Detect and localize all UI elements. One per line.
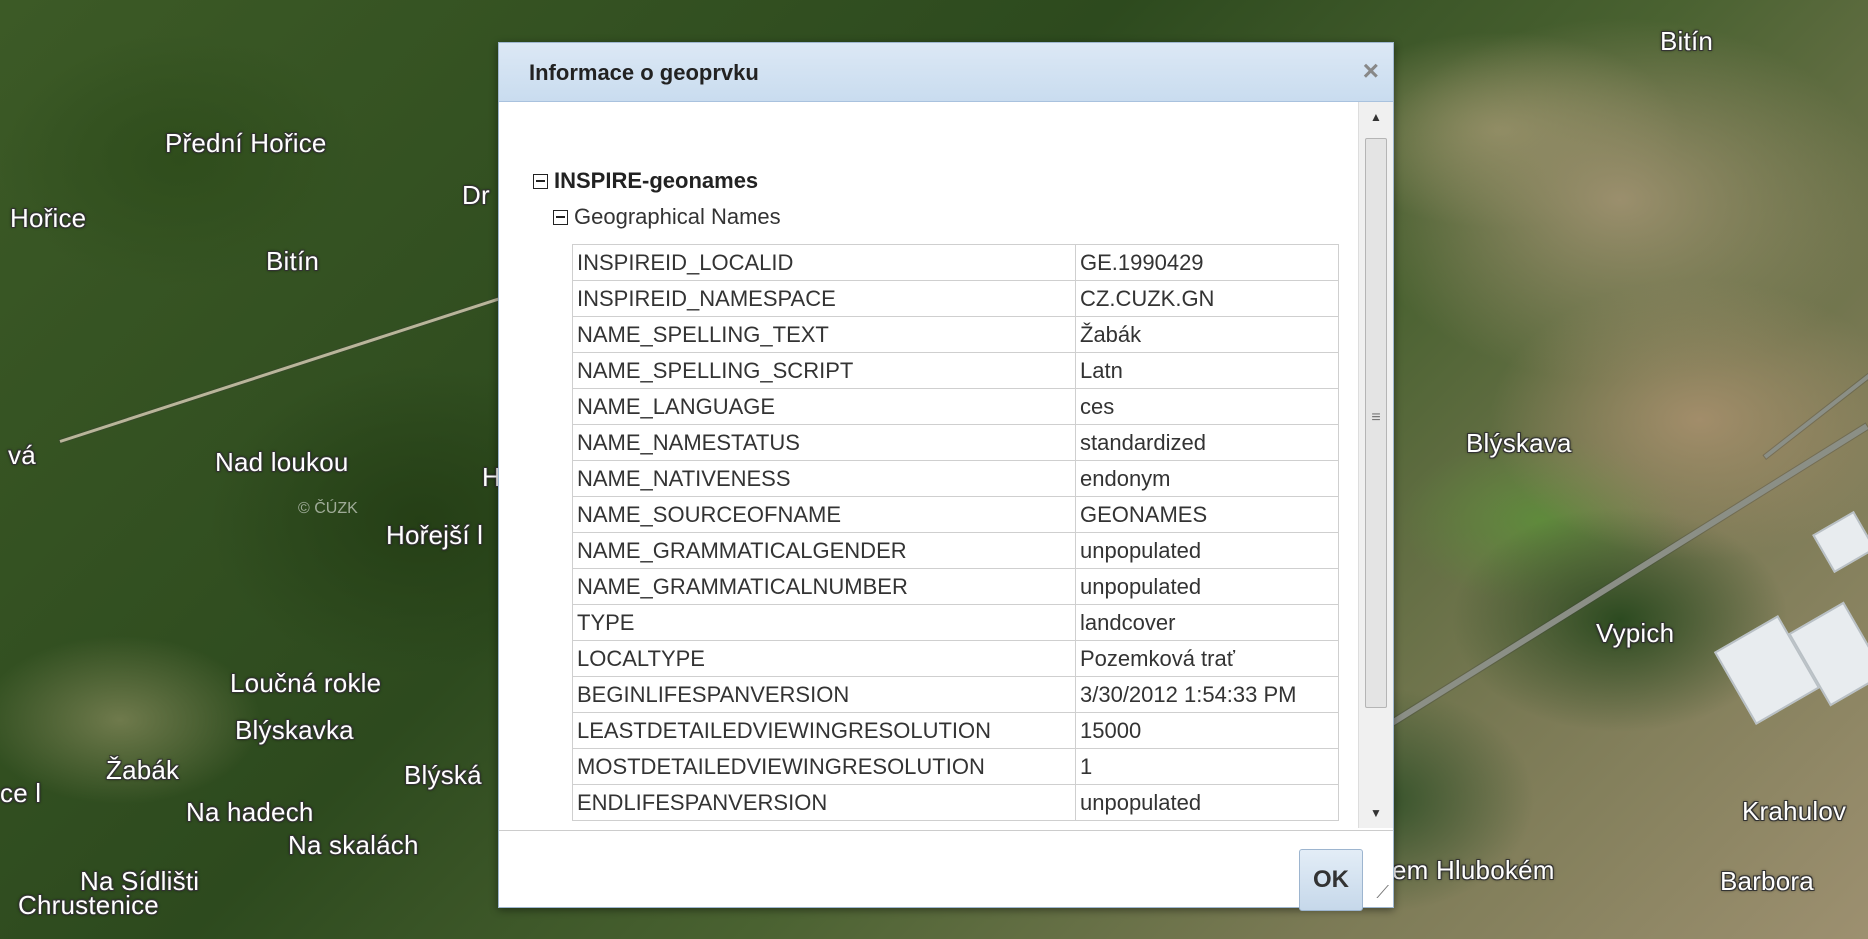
attribute-key: INSPIREID_LOCALID: [572, 244, 1076, 281]
attribute-value: unpopulated: [1075, 784, 1339, 821]
layer-name: INSPIRE-geonames: [554, 168, 759, 193]
warehouse-building: [1812, 510, 1868, 574]
feature-info-dialog[interactable]: Informace o geoprvku × INSPIRE-geonames …: [498, 42, 1394, 911]
table-row: BEGINLIFESPANVERSION 3/30/2012 1:54:33 PM: [572, 676, 1339, 713]
table-row: ENDLIFESPANVERSION unpopulated: [572, 784, 1339, 821]
grip-icon: ≡: [1371, 409, 1381, 426]
place-label: Žabák: [106, 755, 180, 785]
vertical-scrollbar[interactable]: ▲ ≡ ▼: [1358, 102, 1393, 828]
table-row: INSPIREID_LOCALID GE.1990429: [572, 244, 1339, 281]
copyright-label: © ČÚZK: [298, 500, 358, 517]
table-row: LEASTDETAILEDVIEWINGRESOLUTION 15000: [572, 712, 1339, 749]
attribute-value: 3/30/2012 1:54:33 PM: [1075, 676, 1339, 713]
attribute-key: LOCALTYPE: [572, 640, 1076, 677]
attribute-key: NAME_SPELLING_TEXT: [572, 316, 1076, 353]
attribute-value: unpopulated: [1075, 532, 1339, 569]
attribute-value: CZ.CUZK.GN: [1075, 280, 1339, 317]
scroll-up-arrow-icon[interactable]: ▲: [1359, 102, 1393, 132]
group-node: Geographical Names: [553, 204, 781, 230]
dialog-header[interactable]: Informace o geoprvku ×: [499, 43, 1393, 102]
place-label: Dr: [462, 180, 490, 210]
layer-node: INSPIRE-geonames: [533, 168, 758, 194]
resize-handle-icon[interactable]: ⟋: [1376, 882, 1389, 903]
attribute-key: NAME_GRAMMATICALGENDER: [572, 532, 1076, 569]
attribute-key: NAME_SOURCEOFNAME: [572, 496, 1076, 533]
dialog-content: INSPIRE-geonames Geographical Names INSP…: [499, 102, 1393, 831]
place-label: Loučná rokle: [230, 668, 382, 698]
attribute-key: MOSTDETAILEDVIEWINGRESOLUTION: [572, 748, 1076, 785]
attribute-key: BEGINLIFESPANVERSION: [572, 676, 1076, 713]
attribute-table: INSPIREID_LOCALID GE.1990429 INSPIREID_NAM…: [572, 244, 1339, 821]
road: [1763, 356, 1868, 459]
place-label: Chrustenice: [18, 890, 159, 920]
attribute-value: standardized: [1075, 424, 1339, 461]
attribute-key: TYPE: [572, 604, 1076, 641]
table-row: NAME_LANGUAGE ces: [572, 388, 1339, 425]
group-name: Geographical Names: [574, 204, 781, 229]
place-label: Přední Hořice: [165, 128, 327, 158]
table-row: NAME_SPELLING_TEXT Žabák: [572, 316, 1339, 353]
attribute-value: Latn: [1075, 352, 1339, 389]
place-label: Barbora: [1720, 866, 1814, 896]
attribute-value: GEONAMES: [1075, 496, 1339, 533]
attribute-key: LEASTDETAILEDVIEWINGRESOLUTION: [572, 712, 1076, 749]
table-row: NAME_NAMESTATUS standardized: [572, 424, 1339, 461]
place-label: Bitín: [1660, 26, 1714, 56]
attribute-value: endonym: [1075, 460, 1339, 497]
place-label: Na skalách: [288, 830, 419, 860]
table-row: MOSTDETAILEDVIEWINGRESOLUTION 1: [572, 748, 1339, 785]
place-label: Krahulov: [1742, 796, 1847, 826]
place-label: Bitín: [266, 246, 320, 276]
attribute-key: NAME_SPELLING_SCRIPT: [572, 352, 1076, 389]
attribute-value: landcover: [1075, 604, 1339, 641]
place-label: Nad loukou: [215, 447, 349, 477]
table-row: NAME_GRAMMATICALNUMBER unpopulated: [572, 568, 1339, 605]
attribute-value: Pozemková trať: [1075, 640, 1339, 677]
table-row: LOCALTYPE Pozemková trať: [572, 640, 1339, 677]
place-label: Na hadech: [186, 797, 314, 827]
attribute-key: NAME_LANGUAGE: [572, 388, 1076, 425]
place-label: vá: [8, 440, 36, 470]
road: [59, 294, 508, 443]
place-label: Vypich: [1596, 618, 1675, 648]
table-row: NAME_GRAMMATICALGENDER unpopulated: [572, 532, 1339, 569]
table-row: TYPE landcover: [572, 604, 1339, 641]
close-icon[interactable]: ×: [1363, 55, 1379, 87]
attribute-value: 1: [1075, 748, 1339, 785]
scroll-down-arrow-icon[interactable]: ▼: [1359, 798, 1393, 828]
dialog-footer: OK ⟋: [499, 831, 1393, 911]
attribute-scroll-area[interactable]: INSPIRE-geonames Geographical Names INSP…: [499, 102, 1357, 828]
attribute-value: ces: [1075, 388, 1339, 425]
collapse-icon[interactable]: [533, 173, 548, 189]
attribute-value: Žabák: [1075, 316, 1339, 353]
place-label: ce l: [0, 778, 42, 808]
table-row: INSPIREID_NAMESPACE CZ.CUZK.GN: [572, 280, 1339, 317]
place-label: Blýskava: [1466, 428, 1572, 458]
place-label: Blýskavka: [235, 715, 354, 745]
place-label: Hořejší l: [386, 520, 484, 550]
attribute-key: ENDLIFESPANVERSION: [572, 784, 1076, 821]
attribute-value: GE.1990429: [1075, 244, 1339, 281]
attribute-key: INSPIREID_NAMESPACE: [572, 280, 1076, 317]
table-row: NAME_NATIVENESS endonym: [572, 460, 1339, 497]
collapse-icon[interactable]: [553, 209, 568, 225]
place-label: em Hlubokém: [1392, 855, 1555, 885]
place-label: Blýská: [404, 760, 482, 790]
table-row: NAME_SOURCEOFNAME GEONAMES: [572, 496, 1339, 533]
attribute-value: unpopulated: [1075, 568, 1339, 605]
scrollbar-thumb[interactable]: ≡: [1365, 138, 1387, 708]
dialog-title: Informace o geoprvku: [529, 60, 759, 85]
attribute-key: NAME_GRAMMATICALNUMBER: [572, 568, 1076, 605]
attribute-value: 15000: [1075, 712, 1339, 749]
attribute-key: NAME_NATIVENESS: [572, 460, 1076, 497]
place-label: Hořice: [10, 203, 87, 233]
ok-button[interactable]: OK: [1299, 849, 1363, 911]
table-row: NAME_SPELLING_SCRIPT Latn: [572, 352, 1339, 389]
attribute-key: NAME_NAMESTATUS: [572, 424, 1076, 461]
